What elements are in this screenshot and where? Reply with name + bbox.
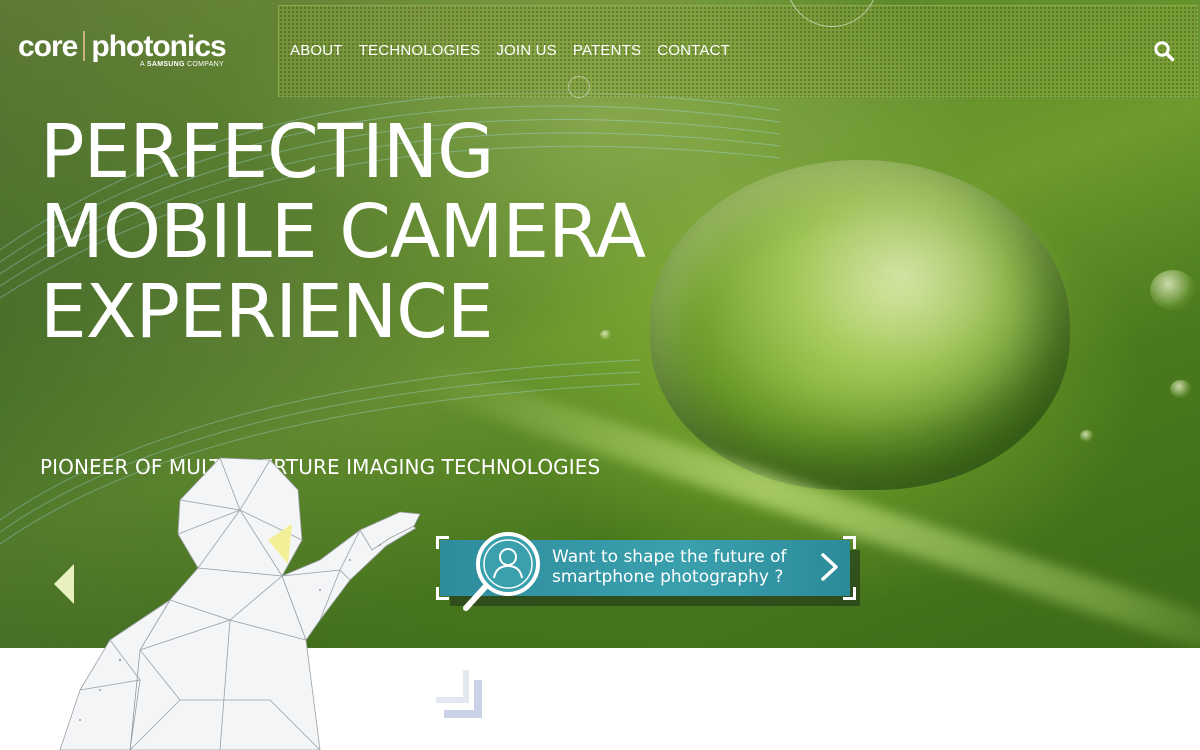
hero-headline: PERFECTING MOBILE CAMERA EXPERIENCE	[40, 109, 646, 355]
decorative-circle-small	[568, 76, 590, 98]
headline-line-1: PERFECTING	[40, 109, 495, 195]
careers-cta-button[interactable]: Want to shape the future of smartphone p…	[436, 532, 860, 611]
core-photonics-logo[interactable]: core photonics A SAMSUNG COMPANY	[18, 30, 228, 74]
rainbow-waveform-decoration	[40, 379, 668, 433]
triangle-left-icon[interactable]	[52, 562, 76, 606]
search-icon[interactable]	[1153, 40, 1175, 62]
nav-item-patents[interactable]: PATENTS	[573, 42, 641, 59]
nav-item-contact[interactable]: CONTACT	[657, 42, 730, 59]
page: core photonics A SAMSUNG COMPANY ABOUT TE…	[0, 0, 1200, 750]
logo-subtitle: A SAMSUNG COMPANY	[140, 61, 224, 68]
cta-line-1: Want to shape the future of	[552, 547, 787, 567]
person-magnifier-icon	[463, 532, 540, 611]
chevron-right-icon	[821, 553, 838, 581]
nav-item-about[interactable]: ABOUT	[290, 42, 343, 59]
logo-word-photonics: photonics	[91, 30, 226, 63]
cta-text: Want to shape the future of smartphone p…	[552, 547, 787, 587]
headline-line-2: MOBILE CAMERA	[40, 189, 646, 275]
headline-line-3: EXPERIENCE	[40, 269, 494, 355]
cta-line-2: smartphone photography ?	[552, 567, 784, 587]
decorative-corner-bracket	[436, 670, 482, 718]
logo-word-core: core	[18, 30, 78, 63]
nav-menu: ABOUT TECHNOLOGIES JOIN US PATENTS CONTA…	[290, 42, 746, 59]
top-navigation-bar: ABOUT TECHNOLOGIES JOIN US PATENTS CONTA…	[278, 5, 1198, 97]
low-poly-person-pointing-illustration	[59, 457, 421, 750]
nav-item-join-us[interactable]: JOIN US	[496, 42, 557, 59]
logo-separator	[83, 31, 86, 61]
nav-item-technologies[interactable]: TECHNOLOGIES	[359, 42, 481, 59]
